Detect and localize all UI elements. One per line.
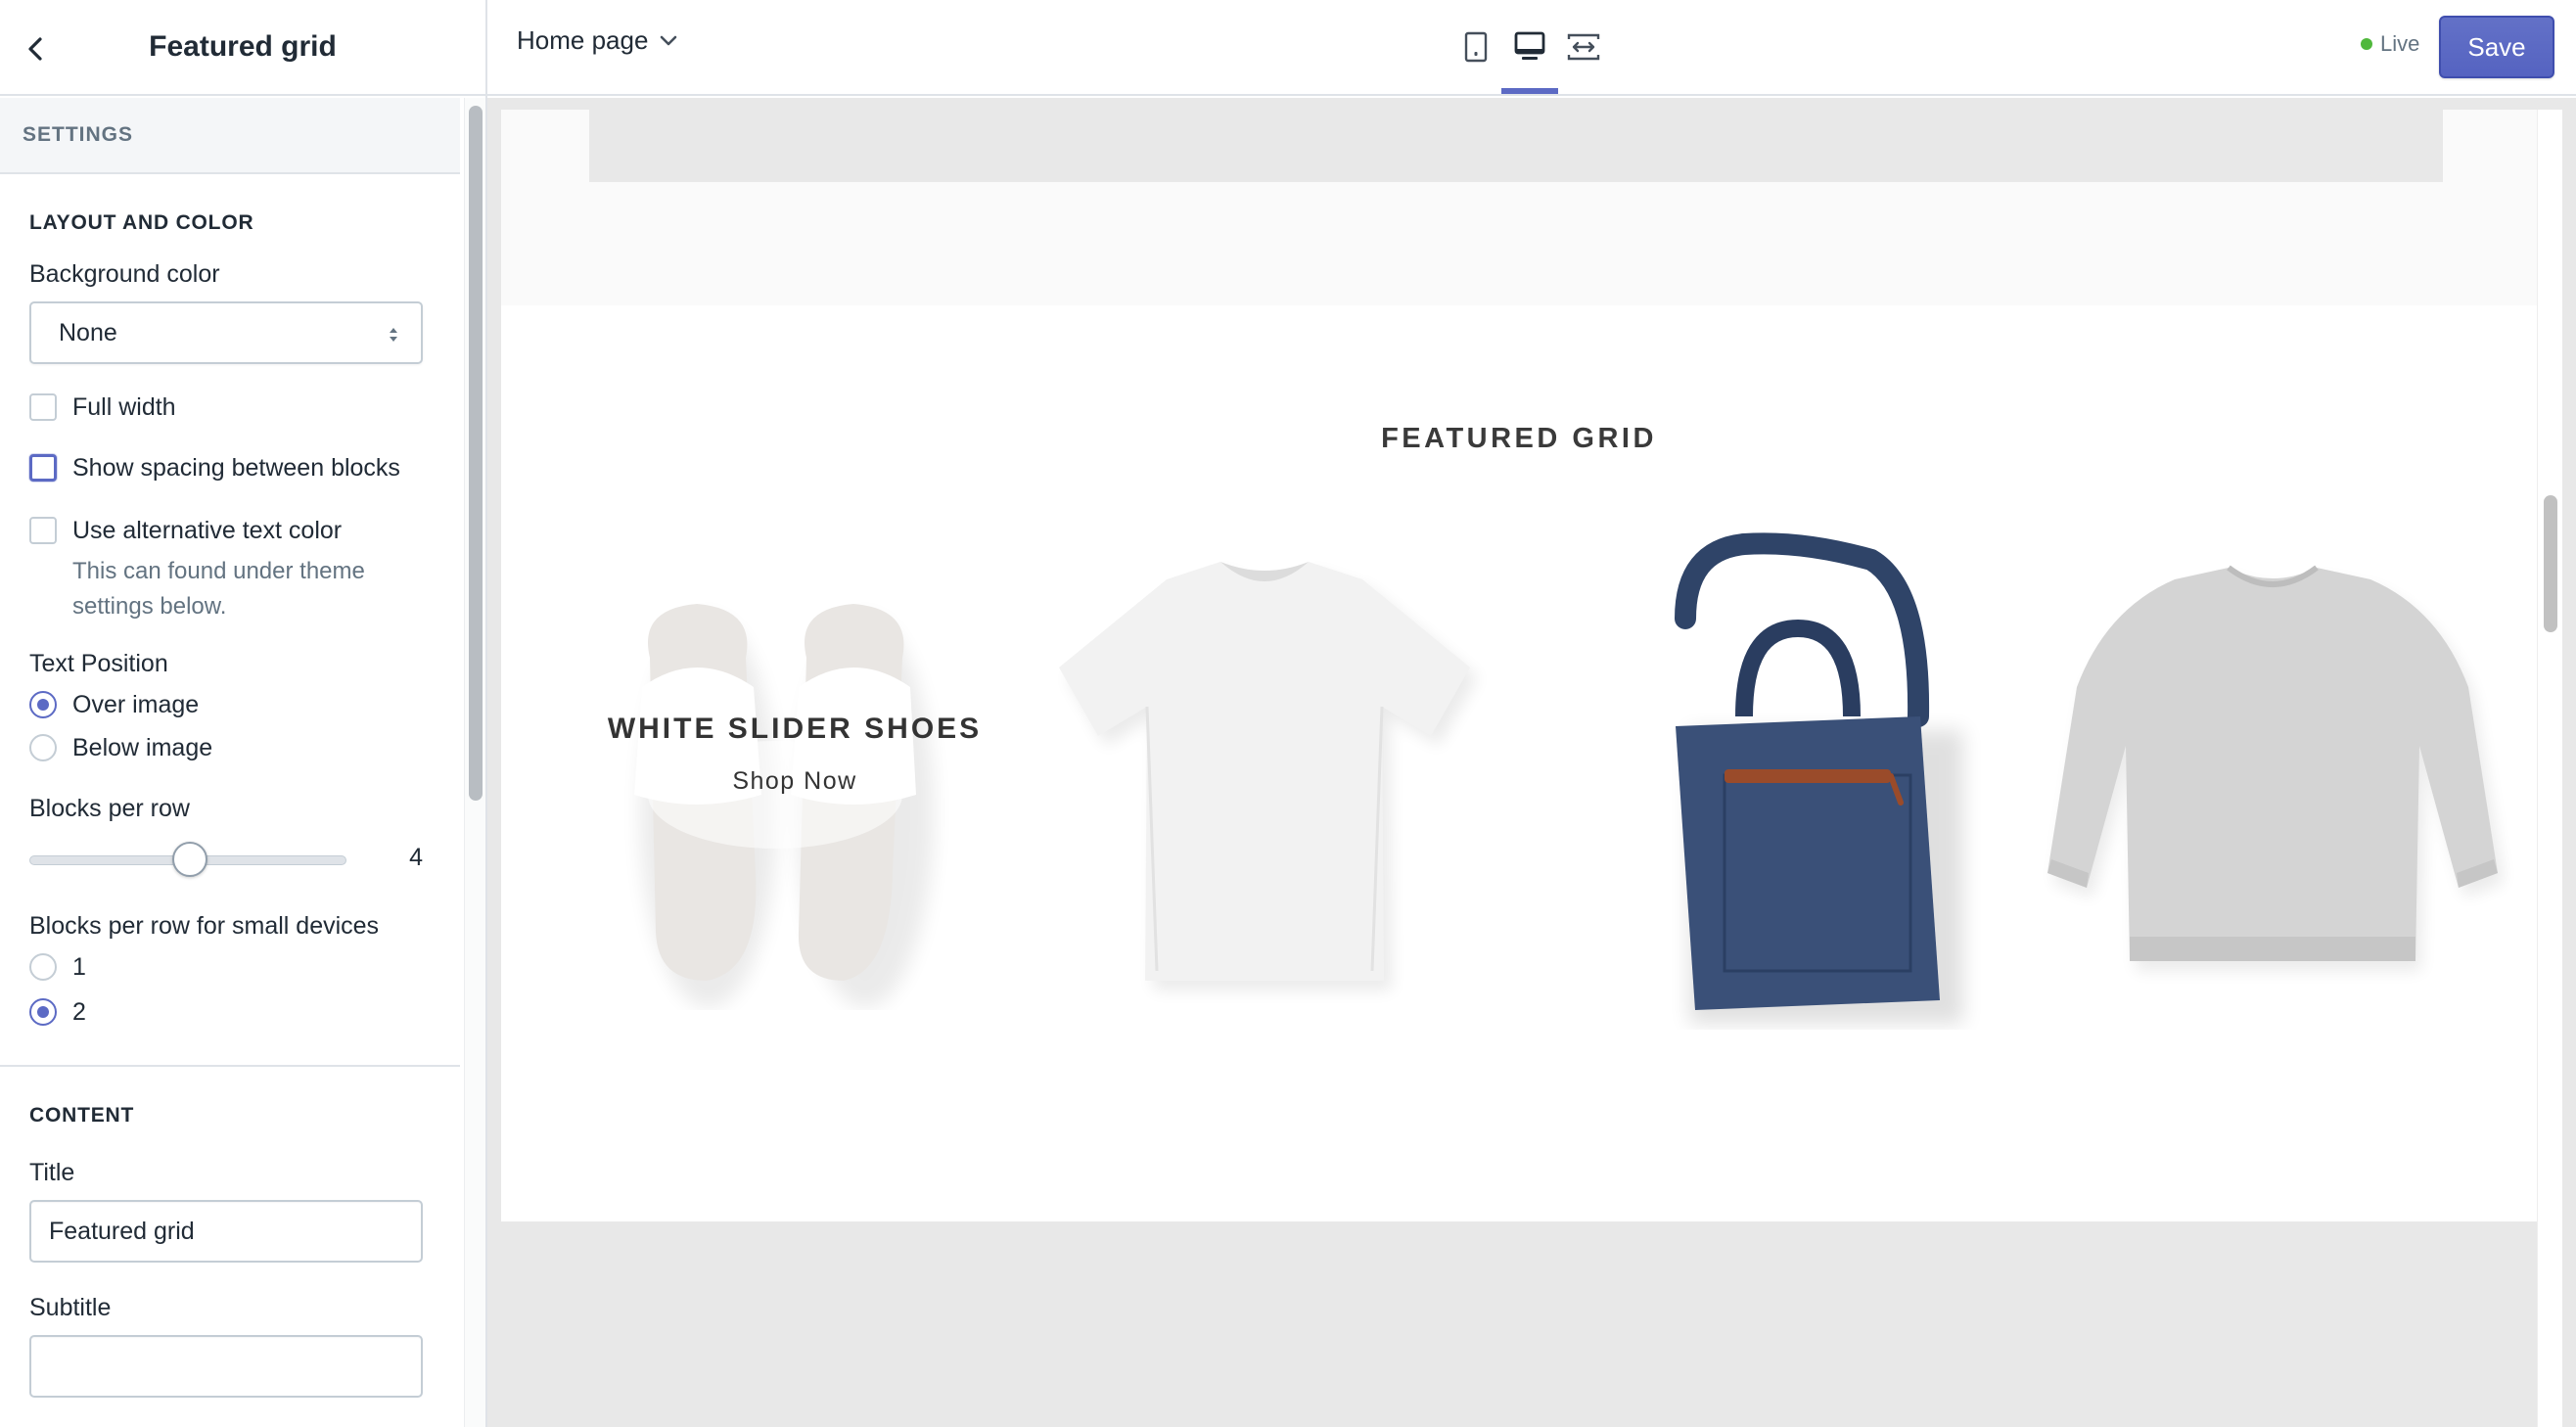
page-picker-label: Home page bbox=[517, 25, 649, 55]
text-position-label: Text Position bbox=[29, 650, 168, 677]
small-devices-radio-1[interactable] bbox=[29, 953, 57, 981]
product-grey-sweatshirt[interactable] bbox=[2028, 550, 2517, 1010]
live-status-label: Live bbox=[2380, 31, 2420, 56]
tote-bag-image bbox=[1675, 532, 1963, 1024]
next-section-placeholder bbox=[501, 1221, 2537, 1427]
text-position-radio-over[interactable] bbox=[29, 691, 57, 718]
previous-section-strip bbox=[589, 110, 2443, 182]
select-arrows-icon bbox=[390, 328, 397, 342]
alt-text-color-help: This can found under theme settings belo… bbox=[72, 558, 365, 620]
small-devices-label: Blocks per row for small devices bbox=[29, 912, 380, 940]
product-white-t-shirt[interactable] bbox=[1020, 550, 1509, 1010]
background-color-label: Background color bbox=[29, 260, 220, 288]
chevron-down-icon bbox=[661, 35, 677, 45]
alt-text-color-option[interactable]: Use alternative text color bbox=[29, 513, 431, 548]
sidebar-header: Featured grid bbox=[0, 0, 485, 96]
content-section: CONTENT Title Subtitle bbox=[0, 1067, 460, 1398]
small-devices-option-2[interactable]: 2 bbox=[29, 994, 431, 1030]
content-section-heading: CONTENT bbox=[29, 1104, 135, 1127]
product-white-slider-shoes[interactable]: WHITE SLIDER SHOES Shop Now bbox=[579, 550, 1010, 1010]
preview-scrollbar[interactable] bbox=[2537, 110, 2562, 1427]
sidebar-scroll-area: SETTINGS LAYOUT AND COLOR Background col… bbox=[0, 98, 460, 1427]
title-field-label: Title bbox=[29, 1159, 75, 1186]
text-position-over-label: Over image bbox=[72, 691, 200, 718]
full-width-label: Full width bbox=[72, 393, 176, 421]
active-device-indicator bbox=[1501, 88, 1558, 94]
show-spacing-checkbox[interactable] bbox=[29, 454, 57, 482]
small-devices-2-label: 2 bbox=[72, 998, 86, 1026]
blocks-per-row-label: Blocks per row bbox=[29, 795, 190, 822]
product-navy-tote-bag[interactable] bbox=[1578, 530, 1989, 1030]
t-shirt-image bbox=[1059, 562, 1478, 990]
mobile-view-button[interactable] bbox=[1456, 25, 1495, 69]
fullscreen-icon bbox=[1567, 33, 1600, 61]
title-input[interactable] bbox=[29, 1200, 423, 1263]
sweatshirt-image bbox=[2047, 565, 2504, 971]
alt-text-color-checkbox[interactable] bbox=[29, 517, 57, 544]
editor-sidebar: Featured grid SETTINGS LAYOUT AND COLOR … bbox=[0, 0, 487, 1427]
desktop-view-button[interactable] bbox=[1510, 25, 1549, 69]
layout-section-heading: LAYOUT AND COLOR bbox=[29, 211, 254, 234]
text-position-option-below[interactable]: Below image bbox=[29, 730, 431, 765]
page-picker[interactable]: Home page bbox=[517, 25, 677, 56]
editor-topbar: Home page Live Save bbox=[487, 0, 2576, 96]
text-position-below-label: Below image bbox=[72, 734, 213, 761]
shop-now-link[interactable]: Shop Now bbox=[589, 767, 1000, 796]
theme-preview: FEATURED GRID WHITE SLIDER SHOES Shop No… bbox=[487, 98, 2576, 1427]
blocks-per-row-slider[interactable]: 4 bbox=[29, 834, 423, 883]
sidebar-scrollbar-thumb[interactable] bbox=[469, 106, 483, 801]
save-button[interactable]: Save bbox=[2439, 16, 2554, 78]
sidebar-scrollbar[interactable] bbox=[464, 98, 485, 1427]
show-spacing-option[interactable]: Show spacing between blocks bbox=[29, 450, 431, 485]
background-color-value: None bbox=[59, 318, 117, 346]
background-color-select[interactable]: None bbox=[29, 301, 423, 364]
featured-grid-section: FEATURED GRID WHITE SLIDER SHOES Shop No… bbox=[501, 305, 2537, 1221]
small-devices-radio-2[interactable] bbox=[29, 998, 57, 1026]
full-width-option[interactable]: Full width bbox=[29, 390, 431, 425]
text-position-radio-below[interactable] bbox=[29, 734, 57, 761]
small-devices-option-1[interactable]: 1 bbox=[29, 949, 431, 985]
mobile-icon bbox=[1464, 31, 1488, 63]
featured-grid-title: FEATURED GRID bbox=[1381, 423, 1657, 454]
settings-band: SETTINGS bbox=[0, 98, 460, 174]
settings-label: SETTINGS bbox=[23, 123, 134, 146]
slider-thumb[interactable] bbox=[172, 842, 207, 877]
desktop-icon bbox=[1514, 31, 1545, 60]
preview-frame: FEATURED GRID WHITE SLIDER SHOES Shop No… bbox=[501, 110, 2537, 1427]
text-position-option-over[interactable]: Over image bbox=[29, 687, 431, 722]
layout-section: LAYOUT AND COLOR Background color None F… bbox=[0, 174, 460, 1030]
subtitle-input[interactable] bbox=[29, 1335, 423, 1398]
live-status: Live bbox=[2361, 31, 2419, 57]
small-devices-1-label: 1 bbox=[72, 953, 86, 981]
blocks-per-row-value: 4 bbox=[409, 844, 423, 871]
show-spacing-label: Show spacing between blocks bbox=[72, 454, 400, 482]
full-width-checkbox[interactable] bbox=[29, 393, 57, 421]
live-dot-icon bbox=[2361, 38, 2372, 50]
sidebar-title: Featured grid bbox=[149, 30, 337, 63]
subtitle-field-label: Subtitle bbox=[29, 1294, 112, 1321]
fullscreen-view-button[interactable] bbox=[1564, 25, 1603, 69]
preview-scrollbar-thumb[interactable] bbox=[2544, 495, 2557, 632]
product-overlay-title: WHITE SLIDER SHOES bbox=[607, 713, 983, 745]
alt-text-color-label: Use alternative text color bbox=[72, 517, 343, 544]
